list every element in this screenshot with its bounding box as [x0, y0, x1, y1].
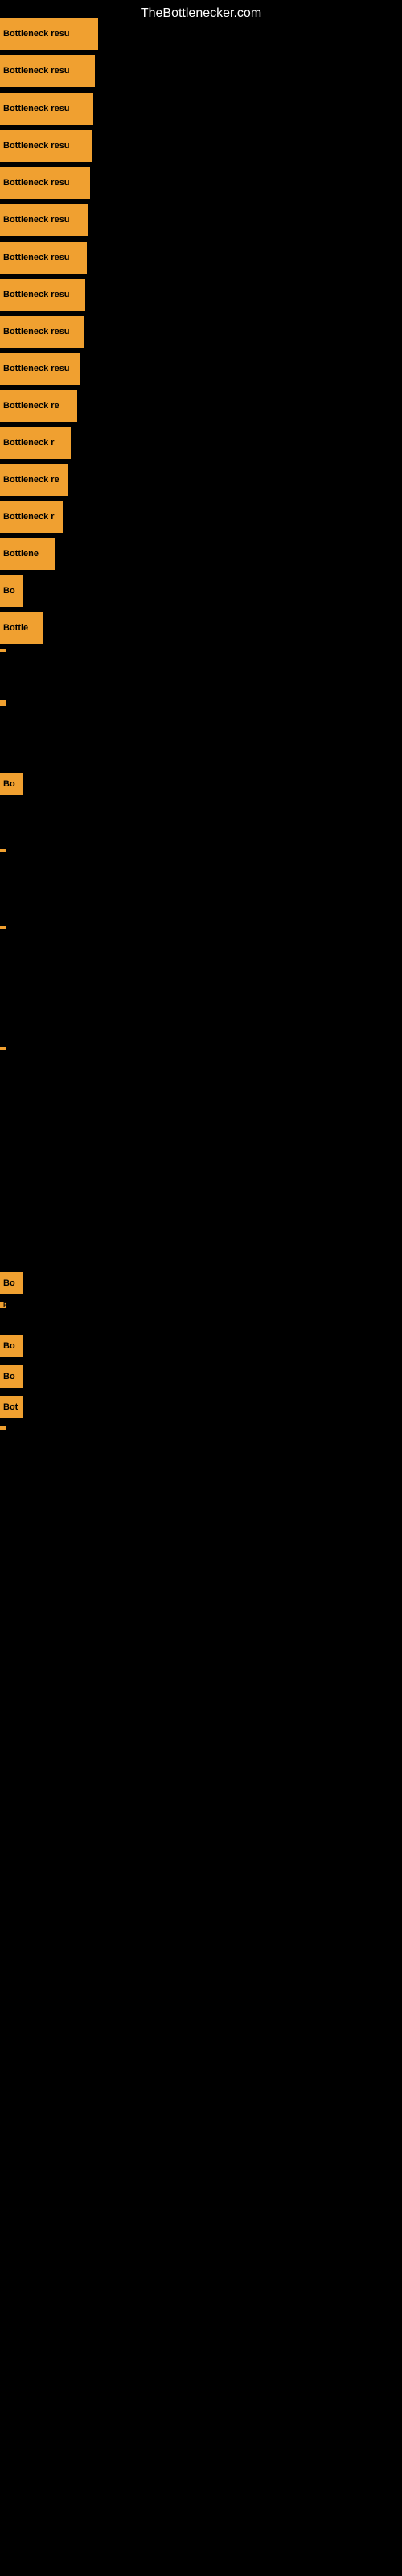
- bar-item-18: [0, 700, 6, 706]
- bar-item-4: Bottleneck resu: [0, 167, 90, 199]
- bar-label-11: Bottleneck r: [0, 427, 71, 459]
- bar-label-1: Bottleneck resu: [0, 55, 95, 87]
- bar-item-16: Bottle: [0, 612, 43, 644]
- bar-item-3: Bottleneck resu: [0, 130, 92, 162]
- bar-item-1: Bottleneck resu: [0, 55, 95, 87]
- bar-item-26: Bo: [0, 1365, 23, 1388]
- bar-label-18: [0, 700, 6, 706]
- bar-item-27: Bot: [0, 1396, 23, 1418]
- bar-item-5: Bottleneck resu: [0, 204, 88, 236]
- bar-label-25: Bo: [0, 1335, 23, 1357]
- bar-label-4: Bottleneck resu: [0, 167, 90, 199]
- bar-item-0: Bottleneck resu: [0, 18, 98, 50]
- bar-label-27: Bot: [0, 1396, 23, 1418]
- bar-label-12: Bottleneck re: [0, 464, 68, 496]
- bar-item-10: Bottleneck re: [0, 390, 77, 422]
- bar-item-11: Bottleneck r: [0, 427, 71, 459]
- bar-label-17: [0, 649, 6, 652]
- bar-label-22: [0, 1046, 6, 1050]
- bar-item-6: Bottleneck resu: [0, 242, 87, 274]
- bar-label-26: Bo: [0, 1365, 23, 1388]
- bar-label-19: Bo: [0, 773, 23, 795]
- bar-item-7: Bottleneck resu: [0, 279, 85, 311]
- bar-label-8: Bottleneck resu: [0, 316, 84, 348]
- bar-label-0: Bottleneck resu: [0, 18, 98, 50]
- bar-item-12: Bottleneck re: [0, 464, 68, 496]
- chart-container: TheBottlenecker.com Bottleneck resuBottl…: [0, 0, 402, 2576]
- bar-item-17: [0, 649, 2, 651]
- bar-item-8: Bottleneck resu: [0, 316, 84, 348]
- bar-label-6: Bottleneck resu: [0, 242, 87, 274]
- bar-item-25: Bo: [0, 1335, 23, 1357]
- bar-label-24: B: [0, 1302, 6, 1308]
- bar-item-20: [0, 849, 2, 852]
- bar-item-21: [0, 926, 2, 928]
- bar-item-24: B: [0, 1302, 6, 1308]
- bar-item-15: Bo: [0, 575, 23, 607]
- bar-label-7: Bottleneck resu: [0, 279, 85, 311]
- bar-label-5: Bottleneck resu: [0, 204, 88, 236]
- bar-item-22: [0, 1046, 2, 1049]
- bar-label-28: [0, 1426, 6, 1430]
- bar-item-13: Bottleneck r: [0, 501, 63, 533]
- bar-label-14: Bottlene: [0, 538, 55, 570]
- bar-label-23: Bo: [0, 1272, 23, 1294]
- bar-label-21: [0, 926, 6, 929]
- bar-label-20: [0, 849, 6, 852]
- bar-item-28: [0, 1426, 4, 1430]
- bar-item-9: Bottleneck resu: [0, 353, 80, 385]
- bar-item-19: Bo: [0, 773, 23, 795]
- bar-label-9: Bottleneck resu: [0, 353, 80, 385]
- bar-label-10: Bottleneck re: [0, 390, 77, 422]
- bar-item-14: Bottlene: [0, 538, 55, 570]
- bar-label-15: Bo: [0, 575, 23, 607]
- bar-label-13: Bottleneck r: [0, 501, 63, 533]
- bar-item-2: Bottleneck resu: [0, 93, 93, 125]
- bar-label-16: Bottle: [0, 612, 43, 644]
- bar-item-23: Bo: [0, 1272, 23, 1294]
- bar-label-3: Bottleneck resu: [0, 130, 92, 162]
- bar-label-2: Bottleneck resu: [0, 93, 93, 125]
